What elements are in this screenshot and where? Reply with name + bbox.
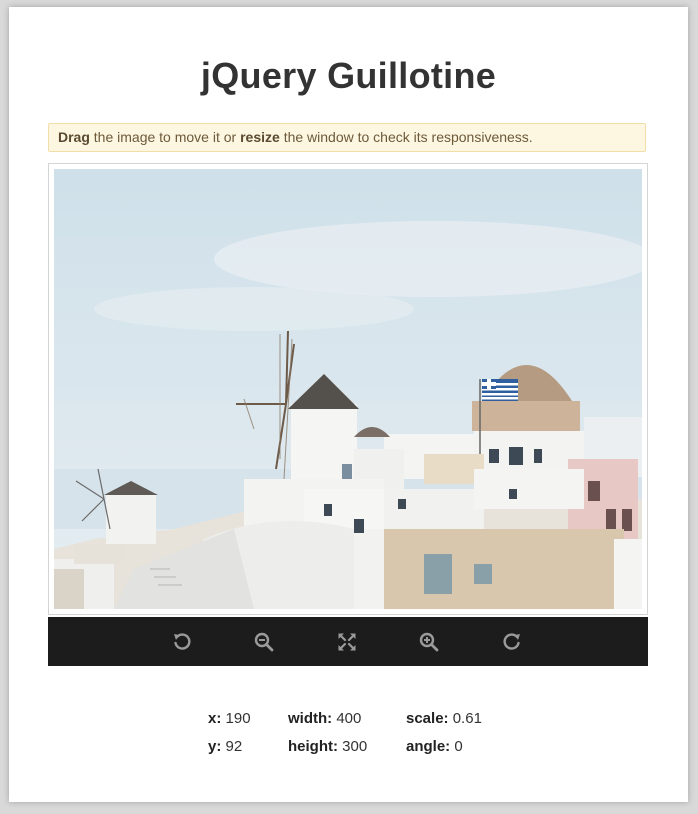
resize-keyword: resize (240, 129, 280, 145)
drag-keyword: Drag (58, 129, 90, 145)
zoom-in-icon (419, 632, 439, 652)
angle-value: 0 (454, 738, 463, 755)
rotate-left-button[interactable] (169, 629, 195, 655)
data-column-transform: scale: 0.61 angle: 0 (406, 705, 482, 761)
notice-text-end: the window to check its responsiveness. (283, 129, 533, 145)
page-title: jQuery Guillotine (200, 55, 497, 96)
notice-text-middle: the image to move it or (93, 129, 237, 145)
fit-button[interactable] (334, 629, 360, 655)
rotate-left-icon (174, 633, 191, 650)
x-label: x: (208, 710, 222, 727)
scale-readout: scale: 0.61 (406, 705, 482, 733)
draggable-photo[interactable] (54, 169, 642, 609)
x-value: 190 (225, 710, 251, 727)
rotate-right-button[interactable] (499, 629, 525, 655)
scale-label: scale: (406, 710, 449, 727)
zoom-out-button[interactable] (251, 629, 277, 655)
scale-value: 0.61 (452, 710, 482, 727)
y-label: y: (208, 738, 222, 755)
y-value: 92 (225, 738, 243, 755)
angle-readout: angle: 0 (406, 733, 482, 761)
data-column-size: width: 400 height: 300 (288, 705, 367, 761)
zoom-in-button[interactable] (416, 629, 442, 655)
rotate-right-icon (503, 633, 520, 650)
image-toolbar (48, 617, 648, 666)
zoom-out-icon (254, 632, 274, 652)
fit-icon (338, 633, 356, 651)
data-column-xy: x: 190 y: 92 (208, 705, 251, 761)
width-value: 400 (336, 710, 362, 727)
width-readout: width: 400 (288, 705, 367, 733)
height-value: 300 (342, 738, 368, 755)
x-readout: x: 190 (208, 705, 251, 733)
y-readout: y: 92 (208, 733, 251, 761)
width-label: width: (288, 710, 333, 727)
angle-label: angle: (406, 738, 451, 755)
height-readout: height: 300 (288, 733, 367, 761)
santorini-photo (54, 169, 642, 609)
image-viewer (48, 163, 648, 615)
height-label: height: (288, 738, 338, 755)
instruction-notice: Drag the image to move it or resize the … (48, 123, 646, 152)
page-card: jQuery Guillotine Drag the image to move… (9, 7, 688, 802)
